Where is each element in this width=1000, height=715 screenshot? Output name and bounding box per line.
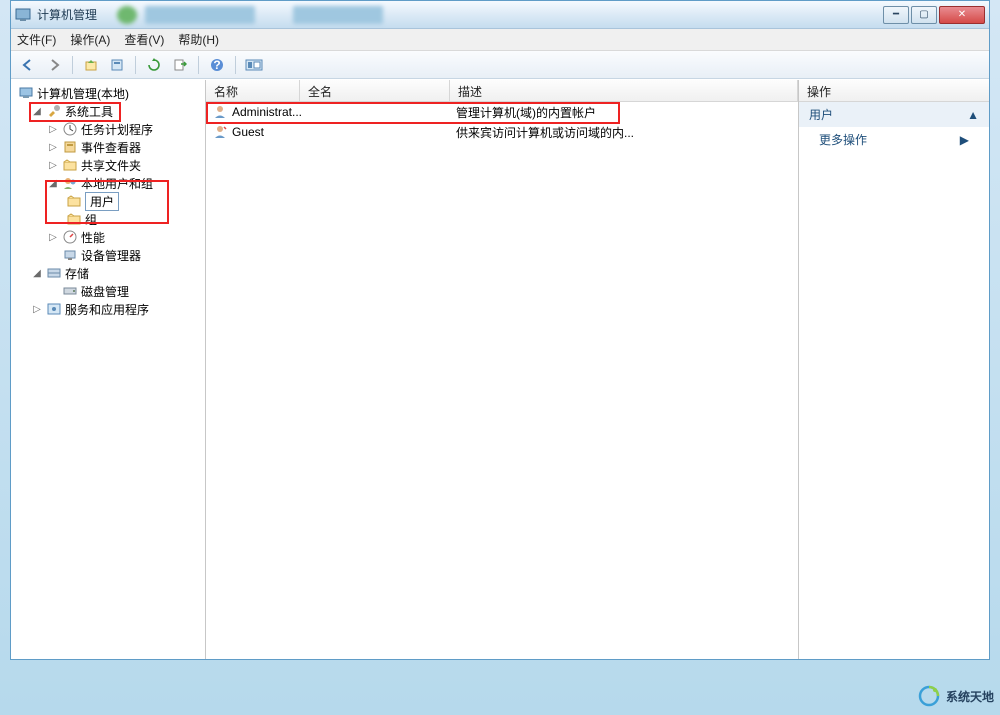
tree-local-users-groups[interactable]: ◢ 本地用户和组 [13, 174, 203, 192]
main-window: 计算机管理 ━ ▢ ✕ 文件(F) 操作(A) 查看(V) 帮助(H) ? [10, 0, 990, 660]
collapse-icon[interactable]: ◢ [47, 178, 59, 189]
storage-icon [46, 265, 62, 281]
col-name[interactable]: 名称 [206, 80, 300, 101]
col-description[interactable]: 描述 [450, 80, 798, 101]
show-hide-button[interactable] [243, 54, 265, 76]
tree-device-manager[interactable]: ▷ 设备管理器 [13, 246, 203, 264]
window-title: 计算机管理 [37, 6, 97, 23]
user-icon [212, 104, 228, 120]
expand-icon[interactable]: ▷ [47, 142, 59, 153]
svg-text:?: ? [213, 58, 220, 72]
titlebar-blur-area [97, 6, 883, 24]
col-fullname[interactable]: 全名 [300, 80, 450, 101]
menu-help[interactable]: 帮助(H) [178, 31, 219, 48]
properties-button[interactable] [106, 54, 128, 76]
tree-pane: 计算机管理(本地) ◢ 系统工具 ▷ 任务计划程序 ▷ 事件查看器 ▷ 共享文件… [11, 80, 206, 659]
users-icon [62, 175, 78, 191]
computer-icon [18, 85, 34, 101]
disk-icon [62, 283, 78, 299]
menubar: 文件(F) 操作(A) 查看(V) 帮助(H) [11, 29, 989, 51]
services-icon [46, 301, 62, 317]
up-button[interactable] [80, 54, 102, 76]
tree-groups[interactable]: 组 [13, 210, 203, 228]
back-button[interactable] [17, 54, 39, 76]
watermark: 系统天地 [918, 685, 994, 707]
action-pane: 操作 用户 ▲ 更多操作 ▶ [799, 80, 989, 659]
folder-icon [66, 193, 82, 209]
tree-disk-management[interactable]: ▷ 磁盘管理 [13, 282, 203, 300]
maximize-button[interactable]: ▢ [911, 6, 937, 24]
close-button[interactable]: ✕ [939, 6, 985, 24]
list-pane: 名称 全名 描述 Administrat... 管理计算机(域)的内置帐户 Gu… [206, 80, 799, 659]
shared-folder-icon [62, 157, 78, 173]
performance-icon [62, 229, 78, 245]
action-section-users[interactable]: 用户 ▲ [799, 102, 989, 127]
collapse-icon[interactable]: ◢ [31, 106, 43, 117]
user-icon [212, 124, 228, 140]
collapse-arrow-icon: ▲ [967, 108, 979, 122]
folder-icon [66, 211, 82, 227]
tree-root[interactable]: 计算机管理(本地) [13, 84, 203, 102]
minimize-button[interactable]: ━ [883, 6, 909, 24]
tree-system-tools[interactable]: ◢ 系统工具 [13, 102, 203, 120]
tree-task-scheduler[interactable]: ▷ 任务计划程序 [13, 120, 203, 138]
list-row-administrator[interactable]: Administrat... 管理计算机(域)的内置帐户 [206, 102, 798, 122]
menu-file[interactable]: 文件(F) [17, 31, 56, 48]
expand-icon[interactable]: ▷ [47, 124, 59, 135]
watermark-icon [918, 685, 940, 707]
expand-icon[interactable]: ▷ [47, 232, 59, 243]
collapse-icon[interactable]: ◢ [31, 268, 43, 279]
tree-storage[interactable]: ◢ 存储 [13, 264, 203, 282]
tree-users[interactable]: 用户 [13, 192, 203, 210]
expand-icon[interactable]: ▷ [31, 304, 43, 315]
export-button[interactable] [169, 54, 191, 76]
chevron-right-icon: ▶ [960, 133, 969, 147]
forward-button[interactable] [43, 54, 65, 76]
menu-view[interactable]: 查看(V) [124, 31, 164, 48]
tree-performance[interactable]: ▷ 性能 [13, 228, 203, 246]
device-icon [62, 247, 78, 263]
tools-icon [46, 103, 62, 119]
clock-icon [62, 121, 78, 137]
tree-event-viewer[interactable]: ▷ 事件查看器 [13, 138, 203, 156]
action-more[interactable]: 更多操作 ▶ [799, 127, 989, 152]
action-header: 操作 [799, 80, 989, 102]
toolbar: ? [11, 51, 989, 79]
event-icon [62, 139, 78, 155]
help-button[interactable]: ? [206, 54, 228, 76]
tree-services-apps[interactable]: ▷ 服务和应用程序 [13, 300, 203, 318]
list-body: Administrat... 管理计算机(域)的内置帐户 Guest 供来宾访问… [206, 102, 798, 659]
list-row-guest[interactable]: Guest 供来宾访问计算机或访问域的内... [206, 122, 798, 142]
refresh-button[interactable] [143, 54, 165, 76]
expand-icon[interactable]: ▷ [47, 160, 59, 171]
app-icon [15, 7, 31, 23]
list-header: 名称 全名 描述 [206, 80, 798, 102]
menu-action[interactable]: 操作(A) [70, 31, 110, 48]
titlebar: 计算机管理 ━ ▢ ✕ [11, 1, 989, 29]
tree-shared-folders[interactable]: ▷ 共享文件夹 [13, 156, 203, 174]
